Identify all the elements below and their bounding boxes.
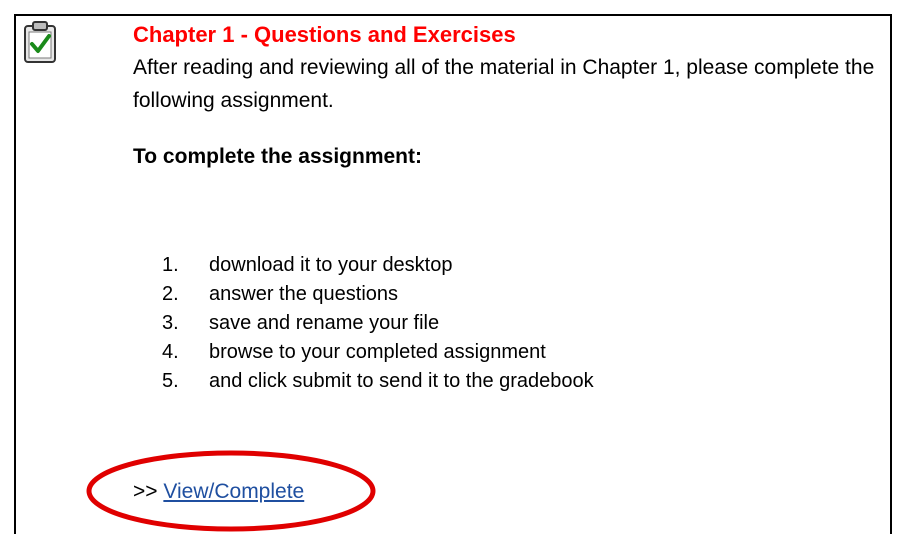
step-text: download it to your desktop xyxy=(209,254,453,276)
clipboard-check-icon xyxy=(24,21,56,63)
step-number: 2. xyxy=(162,283,179,305)
step-text: browse to your completed assignment xyxy=(209,341,546,363)
instructions-heading: To complete the assignment: xyxy=(133,145,422,168)
instruction-step: 5. and click submit to send it to the gr… xyxy=(162,367,594,396)
view-complete-row: >> View/Complete xyxy=(133,480,304,504)
step-text: answer the questions xyxy=(209,283,399,305)
instruction-step: 3. save and rename your file xyxy=(162,309,594,338)
step-text: and click submit to send it to the grade… xyxy=(209,370,594,392)
assignment-title: Chapter 1 - Questions and Exercises xyxy=(133,22,516,47)
view-complete-link[interactable]: View/Complete xyxy=(163,480,304,503)
instructions-list: 1. download it to your desktop 2. answer… xyxy=(162,251,594,396)
step-text: save and rename your file xyxy=(209,312,440,334)
step-number: 4. xyxy=(162,341,179,363)
step-number: 5. xyxy=(162,370,179,392)
instruction-step: 1. download it to your desktop xyxy=(162,251,594,280)
link-prefix: >> xyxy=(133,480,158,503)
step-number: 1. xyxy=(162,254,179,276)
step-number: 3. xyxy=(162,312,179,334)
instruction-step: 4. browse to your completed assignment xyxy=(162,338,594,367)
assignment-intro: After reading and reviewing all of the m… xyxy=(133,56,875,112)
instruction-step: 2. answer the questions xyxy=(162,280,594,309)
